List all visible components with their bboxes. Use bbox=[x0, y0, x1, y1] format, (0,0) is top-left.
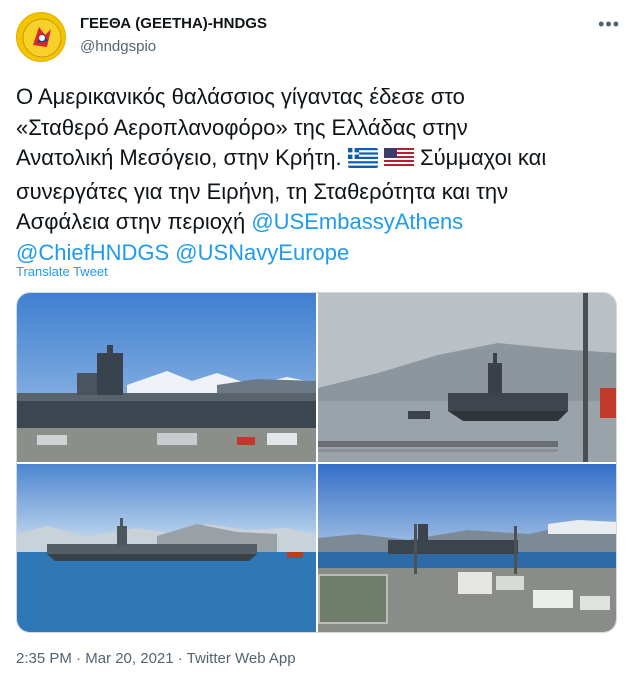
tweet-text-line: Σύμμαχοι και bbox=[419, 145, 547, 170]
author-name[interactable]: ΓΕΕΘΑ (GEETHA)-HNDGS bbox=[80, 15, 267, 32]
tweet-photo[interactable] bbox=[17, 464, 316, 632]
usa-flag-icon bbox=[383, 148, 414, 168]
media-grid bbox=[16, 292, 617, 633]
flags bbox=[347, 146, 414, 177]
tweet-text: Ο Αμερικανικός θαλάσσιος γίγαντας έδεσε … bbox=[16, 82, 626, 268]
tweet-text-line: «Σταθερό Αεροπλανοφόρο» της Ελλάδας στην bbox=[16, 114, 468, 140]
tweet-card: ΓΕΕΘΑ (GEETHA)-HNDGS @hndgspio ••• Ο Αμε… bbox=[0, 0, 640, 688]
tweet-text-line: συνεργάτες για την Ειρήνη, τη Σταθερότητ… bbox=[16, 178, 509, 204]
tweet-date[interactable]: Mar 20, 2021 bbox=[85, 650, 173, 667]
tweet-text-line: Ο Αμερικανικός θαλάσσιος γίγαντας έδεσε … bbox=[16, 84, 465, 109]
separator: · bbox=[173, 650, 187, 667]
translate-tweet-link[interactable]: Translate Tweet bbox=[16, 264, 108, 279]
greece-flag-icon bbox=[347, 148, 378, 168]
mention-link[interactable]: @ChiefHNDGS bbox=[16, 240, 169, 265]
mention-link[interactable]: @USEmbassyAthens bbox=[251, 209, 463, 234]
emblem-icon bbox=[18, 14, 65, 61]
tweet-photo[interactable] bbox=[318, 464, 616, 632]
tweet-source[interactable]: Twitter Web App bbox=[187, 650, 296, 667]
tweet-photo[interactable] bbox=[17, 293, 316, 462]
tweet-photo[interactable] bbox=[318, 293, 616, 462]
author-handle[interactable]: @hndgspio bbox=[80, 38, 156, 55]
mention-link[interactable]: @USNavyEurope bbox=[175, 240, 349, 265]
separator: · bbox=[71, 650, 86, 667]
avatar[interactable] bbox=[16, 12, 66, 62]
tweet-text-line: Ασφάλεια στην περιοχή bbox=[16, 209, 246, 234]
more-icon[interactable]: ••• bbox=[598, 14, 620, 35]
tweet-meta: 2:35 PM · Mar 20, 2021 · Twitter Web App bbox=[16, 650, 296, 667]
tweet-text-line: Ανατολική Μεσόγειο, στην Κρήτη. bbox=[16, 145, 342, 170]
tweet-time[interactable]: 2:35 PM bbox=[16, 650, 72, 667]
